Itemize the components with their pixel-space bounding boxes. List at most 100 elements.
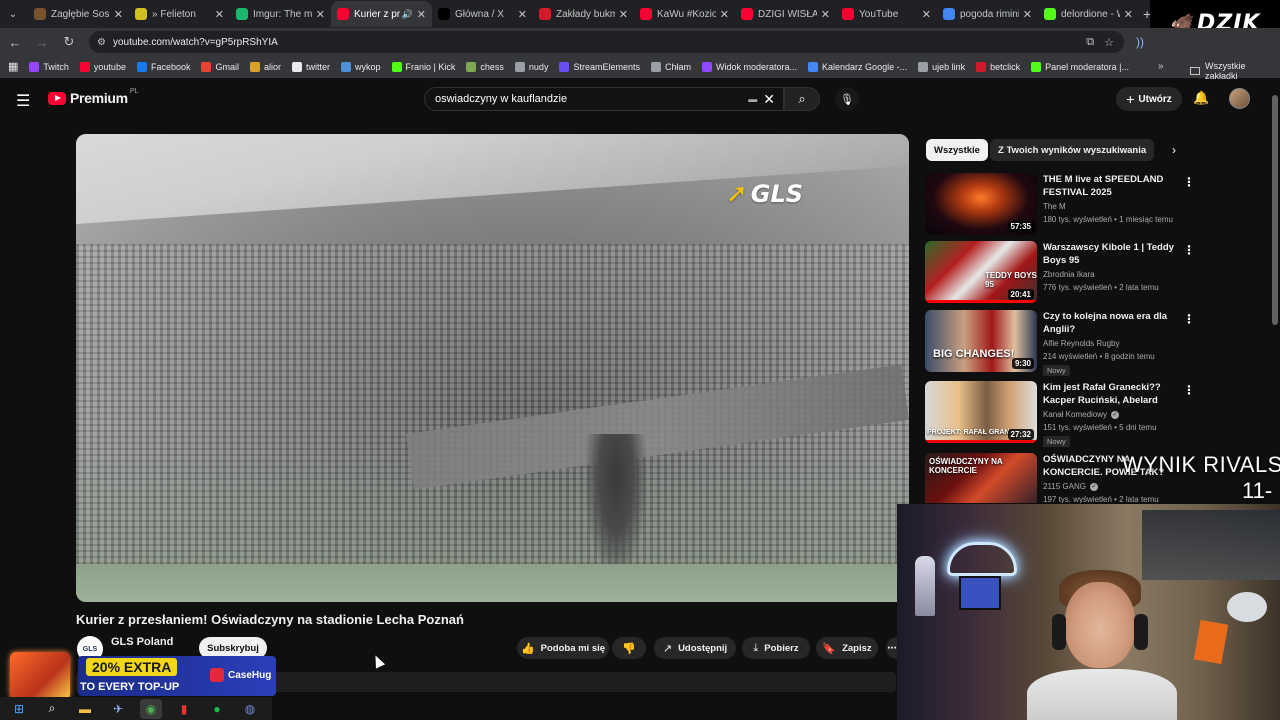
app-icon[interactable]: ✈ — [107, 699, 129, 719]
video-thumbnail[interactable]: PROJEKT: RAFAŁ GRAN 27:32 — [925, 381, 1037, 443]
tab-4[interactable]: Główna / X ✕ — [432, 1, 533, 27]
create-button[interactable]: + Utwórz — [1116, 87, 1182, 111]
close-tab-icon[interactable]: ✕ — [215, 8, 224, 21]
site-info-icon[interactable]: ⚙ — [97, 37, 106, 48]
bookmark-item[interactable]: Widok moderatora... — [702, 61, 797, 72]
close-tab-icon[interactable]: ✕ — [518, 8, 527, 21]
streaming-app-icon[interactable]: ▮ — [173, 699, 195, 719]
recommendation-title[interactable]: THE M live at SPEEDLAND FESTIVAL 2025 — [1043, 173, 1183, 199]
tab-2[interactable]: Imgur: The ma... ✕ — [230, 1, 331, 27]
bookmark-item[interactable]: Franio | Kick — [391, 61, 455, 72]
dislike-button[interactable]: 👎 — [612, 637, 646, 659]
more-options-icon[interactable]: ⋮ — [1183, 243, 1195, 257]
bookmark-item[interactable]: youtube — [79, 61, 126, 72]
tab-5[interactable]: Zakłady bukm... ✕ — [533, 1, 634, 27]
close-tab-icon[interactable]: ✕ — [922, 8, 931, 21]
tab-1[interactable]: » Felieton ✕ — [129, 1, 230, 27]
recommendation-item[interactable]: PROJEKT: RAFAŁ GRAN 27:32 Kim jest Rafał G… — [925, 381, 1270, 447]
tab-7[interactable]: DZIGI WISŁA S... ✕ — [735, 1, 836, 27]
notifications-bell-icon[interactable]: 🔔 — [1193, 90, 1209, 106]
recommendation-channel[interactable]: 2115 GANG ✓ — [1043, 482, 1098, 491]
search-taskbar-icon[interactable]: ⌕ — [41, 699, 63, 719]
recommendation-title[interactable]: Kim jest Rafał Granecki?? Kacper Rucińsk… — [1043, 381, 1183, 407]
video-thumbnail[interactable]: TEDDY BOYS 95 20:41 — [925, 241, 1037, 303]
more-options-icon[interactable]: ⋮ — [1183, 175, 1195, 189]
scrollbar-thumb[interactable] — [1272, 95, 1278, 325]
tab-6[interactable]: KaWu #Koziołe... ✕ — [634, 1, 735, 27]
recommendation-title[interactable]: Czy to kolejna nowa era dla Anglii? — [1043, 310, 1183, 336]
chevron-right-icon[interactable]: › — [1172, 143, 1176, 157]
recommendation-channel[interactable]: Kanał Komediowy ✓ — [1043, 410, 1120, 419]
bookmark-item[interactable]: alior — [250, 61, 281, 72]
bookmark-item[interactable]: Twitch — [29, 61, 69, 72]
back-icon[interactable]: ← — [3, 30, 27, 54]
close-tab-icon[interactable]: ✕ — [316, 8, 325, 21]
recommendation-channel[interactable]: Alfie Reynolds Rugby — [1043, 339, 1119, 348]
apps-icon[interactable]: ▦ — [8, 60, 18, 73]
more-options-icon[interactable]: ⋮ — [1183, 383, 1195, 397]
page-scrollbar[interactable] — [1270, 79, 1280, 499]
youtube-logo[interactable]: Premium PL — [48, 88, 138, 106]
keyboard-icon[interactable]: ▬ — [748, 94, 757, 104]
tab-0[interactable]: Zagłębie Sosn... ✕ — [28, 1, 129, 27]
file-explorer-icon[interactable]: ▬ — [74, 699, 96, 719]
chip-from-search[interactable]: Z Twoich wyników wyszukiwania — [990, 139, 1155, 161]
close-tab-icon[interactable]: ✕ — [619, 8, 628, 21]
close-tab-icon[interactable]: ✕ — [417, 8, 426, 21]
recommendation-title[interactable]: Warszawscy Kibole 1 | Teddy Boys 95 — [1043, 241, 1183, 267]
bookmark-item[interactable]: chess — [466, 61, 504, 72]
video-thumbnail[interactable]: BIG CHANGES! 9:30 — [925, 310, 1037, 372]
bookmarks-overflow-icon[interactable]: » — [1158, 61, 1164, 72]
close-tab-icon[interactable]: ✕ — [1124, 8, 1133, 21]
bookmark-item[interactable]: StreamElements — [559, 61, 640, 72]
spotify-icon[interactable]: ● — [206, 699, 228, 719]
more-options-icon[interactable]: ⋮ — [1183, 312, 1195, 326]
share-button[interactable]: ↗ Udostępnij — [654, 637, 736, 659]
search-button[interactable]: ⌕ — [784, 87, 820, 111]
recommendation-channel[interactable]: Zbrodnia Ikara — [1043, 270, 1095, 279]
video-thumbnail[interactable]: 57:35 — [925, 173, 1037, 235]
recommendation-item[interactable]: BIG CHANGES! 9:30 Czy to kolejna nowa era … — [925, 310, 1270, 376]
bookmark-item[interactable]: Gmail — [201, 61, 239, 72]
account-avatar[interactable] — [1229, 88, 1250, 109]
bookmark-item[interactable]: Panel moderatora |... — [1031, 61, 1129, 72]
audio-playing-icon[interactable]: 🔊 — [402, 9, 413, 20]
bookmark-item[interactable]: twitter — [292, 61, 330, 72]
chip-all[interactable]: Wszystkie — [926, 139, 988, 161]
tab-10[interactable]: delordione - W... ✕ — [1038, 1, 1139, 27]
video-thumbnail[interactable]: OŚWIADCZYNY NA KONCERCIE — [925, 453, 1037, 503]
close-tab-icon[interactable]: ✕ — [114, 8, 123, 21]
clear-search-icon[interactable]: ✕ — [763, 91, 775, 108]
reload-icon[interactable]: ↻ — [57, 30, 81, 54]
forward-icon[interactable]: → — [30, 30, 54, 54]
bookmark-item[interactable]: Kalendarz Google -... — [808, 61, 907, 72]
bookmark-item[interactable]: Chłam — [650, 61, 691, 72]
tab-3[interactable]: Kurier z prz...🔊 ✕ — [331, 1, 432, 27]
tab-9[interactable]: pogoda rimini ✕ — [937, 1, 1038, 27]
discord-icon[interactable]: ◍ — [239, 699, 261, 719]
address-bar[interactable]: ⚙ youtube.com/watch?v=gP5rpRShYIA ⧉ ☆ — [89, 31, 1124, 53]
voice-search-button[interactable]: 🎙 — [835, 87, 859, 111]
chrome-icon[interactable]: ◉ — [140, 698, 162, 719]
bookmark-star-icon[interactable]: ☆ — [1104, 36, 1114, 49]
recommendation-item[interactable]: 57:35 THE M live at SPEEDLAND FESTIVAL 20… — [925, 173, 1270, 239]
search-input[interactable]: oswiadczyny w kauflandzie ▬ ✕ — [424, 87, 784, 111]
download-button[interactable]: ⤓ Pobierz — [742, 637, 810, 659]
recommendation-item[interactable]: TEDDY BOYS 95 20:41 Warszawscy Kibole 1 | … — [925, 241, 1270, 307]
bookmark-item[interactable]: nudy — [514, 61, 548, 72]
tab-search-icon[interactable]: ⌄ — [4, 5, 22, 23]
tab-8[interactable]: YouTube ✕ — [836, 1, 937, 27]
channel-name[interactable]: GLS Poland — [111, 636, 173, 648]
menu-icon[interactable]: ☰ — [16, 91, 30, 111]
bookmark-item[interactable]: betclick — [976, 61, 1020, 72]
video-player[interactable]: ➚ GLS — [76, 134, 909, 602]
bookmark-item[interactable]: Facebook — [136, 61, 190, 72]
close-tab-icon[interactable]: ✕ — [1023, 8, 1032, 21]
recommendation-channel[interactable]: The M — [1043, 202, 1066, 211]
save-button[interactable]: 🔖 Zapisz — [816, 637, 878, 659]
close-tab-icon[interactable]: ✕ — [720, 8, 729, 21]
all-bookmarks[interactable]: Wszystkie zakładki — [1190, 61, 1280, 81]
install-app-icon[interactable]: ⧉ — [1086, 36, 1094, 49]
close-tab-icon[interactable]: ✕ — [821, 8, 830, 21]
like-button[interactable]: 👍 Podoba mi się — [517, 637, 609, 659]
